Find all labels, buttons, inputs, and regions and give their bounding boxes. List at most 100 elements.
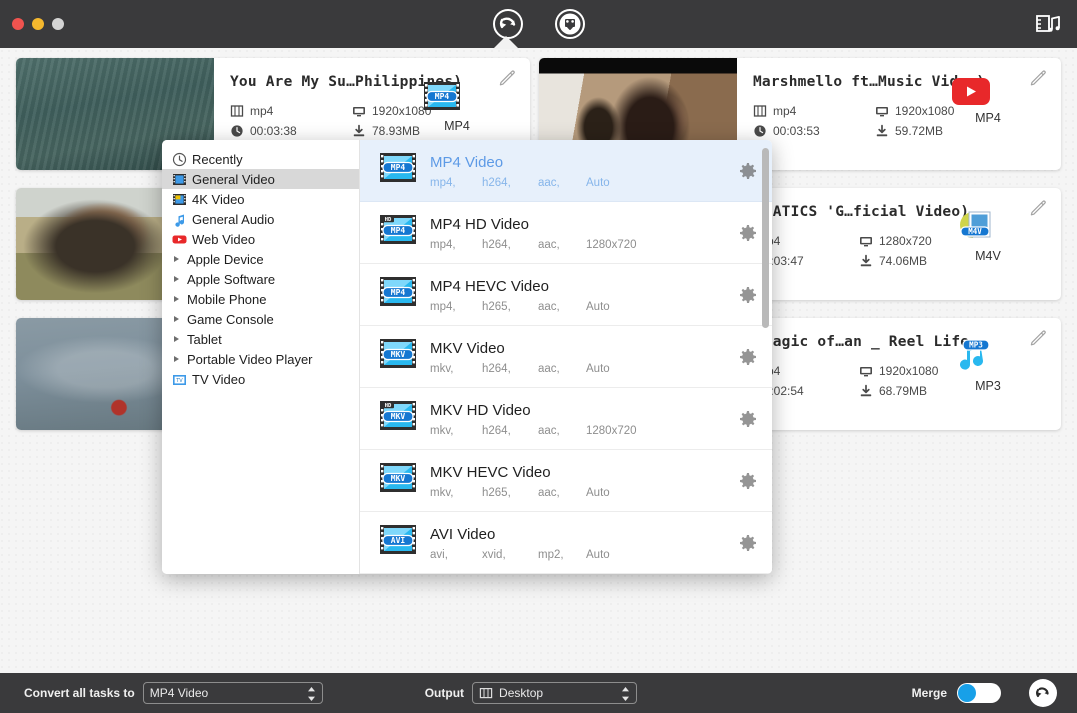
category-recently[interactable]: Recently — [162, 149, 359, 169]
category-portable-video-player[interactable]: Portable Video Player — [162, 349, 359, 369]
format-vcodec: h264, — [482, 176, 511, 189]
format-resolution: Auto — [586, 362, 610, 375]
chevron-right-icon — [174, 336, 179, 342]
format-specs: mp4, h264, aac, 1280x720 — [430, 239, 740, 251]
task-output-format[interactable]: MP4 MP4 — [418, 76, 496, 133]
merge-toggle-knob — [958, 684, 976, 702]
task-details: Marshmello ft…Music Video) mp4 1920x1080… — [737, 58, 1061, 170]
format-name: AVI Video — [430, 525, 496, 543]
format-row-mkv-hevc-video[interactable]: MKV MKV HEVC Video mkv, h265, aac, Auto — [360, 450, 772, 512]
m4v-icon: M4V — [960, 211, 991, 238]
youtube-icon — [952, 78, 990, 105]
edit-task-icon[interactable] — [1029, 68, 1047, 86]
format-name: MP4 HD Video — [430, 215, 529, 233]
zoom-button[interactable] — [52, 18, 64, 30]
format-picker-popup[interactable]: Recently General Video 4K Video General … — [162, 140, 772, 574]
format-list-scrollbar[interactable] — [762, 148, 769, 328]
format-info: AVI Video avi, xvid, mp2, Auto — [420, 525, 740, 561]
format-resolution: Auto — [586, 548, 610, 561]
download-size-icon — [353, 124, 365, 137]
close-button[interactable] — [12, 18, 24, 30]
format-acodec: aac, — [538, 362, 560, 375]
format-settings-gear-icon[interactable] — [740, 286, 756, 303]
format-info: MKV HD Video mkv, h264, aac, 1280x720 — [420, 401, 740, 437]
category-apple-device[interactable]: Apple Device — [162, 249, 359, 269]
format-settings-gear-icon[interactable] — [740, 410, 756, 427]
task-output-label: M4V — [975, 249, 1001, 263]
media-toolbox-icon[interactable] — [1033, 9, 1063, 39]
mp3-note-icon: MP3 — [960, 339, 990, 370]
merge-toggle[interactable] — [957, 683, 1001, 703]
task-output-format[interactable]: MP3 MP3 — [949, 336, 1027, 393]
convert-tab-icon[interactable] — [491, 7, 525, 41]
category-general-video[interactable]: General Video — [162, 169, 359, 189]
folder-icon — [479, 687, 493, 699]
avi-film-icon: AVI — [376, 520, 420, 565]
edit-task-icon[interactable] — [498, 68, 516, 86]
format-acodec: aac, — [538, 424, 560, 437]
output-select[interactable]: Desktop — [472, 682, 638, 704]
format-acodec: aac, — [538, 300, 560, 313]
svg-text:HD: HD — [385, 403, 392, 409]
format-resolution: 1280x720 — [586, 424, 637, 437]
format-name: MKV HEVC Video — [430, 463, 551, 481]
category-general-audio[interactable]: General Audio — [162, 209, 359, 229]
format-acodec: aac, — [538, 486, 560, 499]
svg-text:HD: HD — [385, 217, 392, 223]
format-row-mp4-hevc-video[interactable]: MP4 MP4 HEVC Video mp4, h265, aac, Auto — [360, 264, 772, 326]
mp4-hd-film-icon: HD MP4 — [376, 210, 420, 255]
youtube-icon — [172, 235, 187, 243]
format-settings-gear-icon[interactable] — [740, 348, 756, 365]
format-row-mkv-video[interactable]: MKV MKV Video mkv, h264, aac, Auto — [360, 326, 772, 388]
category-tv-video[interactable]: TV TV Video — [162, 369, 359, 389]
format-list[interactable]: MP4 MP4 Video mp4, h264, aac, Auto HD MP… — [360, 140, 772, 574]
format-settings-gear-icon[interactable] — [740, 224, 756, 241]
category-game-console[interactable]: Game Console — [162, 309, 359, 329]
format-row-mp4-hd-video[interactable]: HD MP4 MP4 HD Video mp4, h264, aac, 1280… — [360, 202, 772, 264]
output-value: Desktop — [499, 686, 544, 700]
task-duration: 00:03:53 — [753, 124, 875, 138]
mkv-film-icon: MKV — [376, 334, 420, 379]
format-vcodec: h265, — [482, 300, 511, 313]
format-settings-gear-icon[interactable] — [740, 534, 756, 551]
convert-button[interactable] — [1029, 679, 1057, 707]
format-specs: mkv, h265, aac, Auto — [430, 487, 740, 499]
format-container: avi, — [430, 548, 448, 561]
monitor-icon — [876, 107, 888, 117]
svg-text:MKV: MKV — [391, 474, 406, 483]
format-row-mp4-video[interactable]: MP4 MP4 Video mp4, h264, aac, Auto — [360, 140, 772, 202]
format-row-mkv-hd-video[interactable]: HD MKV MKV HD Video mkv, h264, aac, 1280… — [360, 388, 772, 450]
chevron-right-icon — [174, 356, 179, 362]
category-tablet[interactable]: Tablet — [162, 329, 359, 349]
convert-all-select[interactable]: MP4 Video — [142, 682, 323, 704]
svg-text:MP3: MP3 — [969, 341, 983, 350]
task-output-format[interactable]: MP4 — [949, 76, 1027, 125]
format-name: MP4 HEVC Video — [430, 277, 549, 295]
toolbar-tabs — [0, 0, 1077, 48]
edit-task-icon[interactable] — [1029, 198, 1047, 216]
download-tab-icon[interactable] — [553, 7, 587, 41]
download-size-icon — [860, 254, 872, 267]
category-web-video[interactable]: Web Video — [162, 229, 359, 249]
format-acodec: mp2, — [538, 548, 564, 561]
format-container: mkv, — [430, 486, 454, 499]
tv-icon: TV — [173, 374, 186, 385]
category-mobile-phone[interactable]: Mobile Phone — [162, 289, 359, 309]
svg-text:M4V: M4V — [968, 227, 982, 236]
format-name: MKV Video — [430, 339, 505, 357]
format-container: mp4, — [430, 238, 456, 251]
format-settings-gear-icon[interactable] — [740, 162, 756, 179]
category-apple-software[interactable]: Apple Software — [162, 269, 359, 289]
chevron-right-icon — [174, 256, 179, 262]
format-settings-gear-icon[interactable] — [740, 472, 756, 489]
format-specs: mkv, h264, aac, 1280x720 — [430, 425, 740, 437]
task-output-format[interactable]: M4V M4V — [949, 206, 1027, 263]
svg-text:MKV: MKV — [391, 350, 406, 359]
svg-text:MKV: MKV — [391, 412, 406, 421]
format-row-avi-video[interactable]: AVI AVI Video avi, xvid, mp2, Auto — [360, 512, 772, 574]
format-vcodec: h264, — [482, 424, 511, 437]
category-4k-video[interactable]: 4K Video — [162, 189, 359, 209]
format-category-list[interactable]: Recently General Video 4K Video General … — [162, 140, 360, 574]
minimize-button[interactable] — [32, 18, 44, 30]
edit-task-icon[interactable] — [1029, 328, 1047, 346]
